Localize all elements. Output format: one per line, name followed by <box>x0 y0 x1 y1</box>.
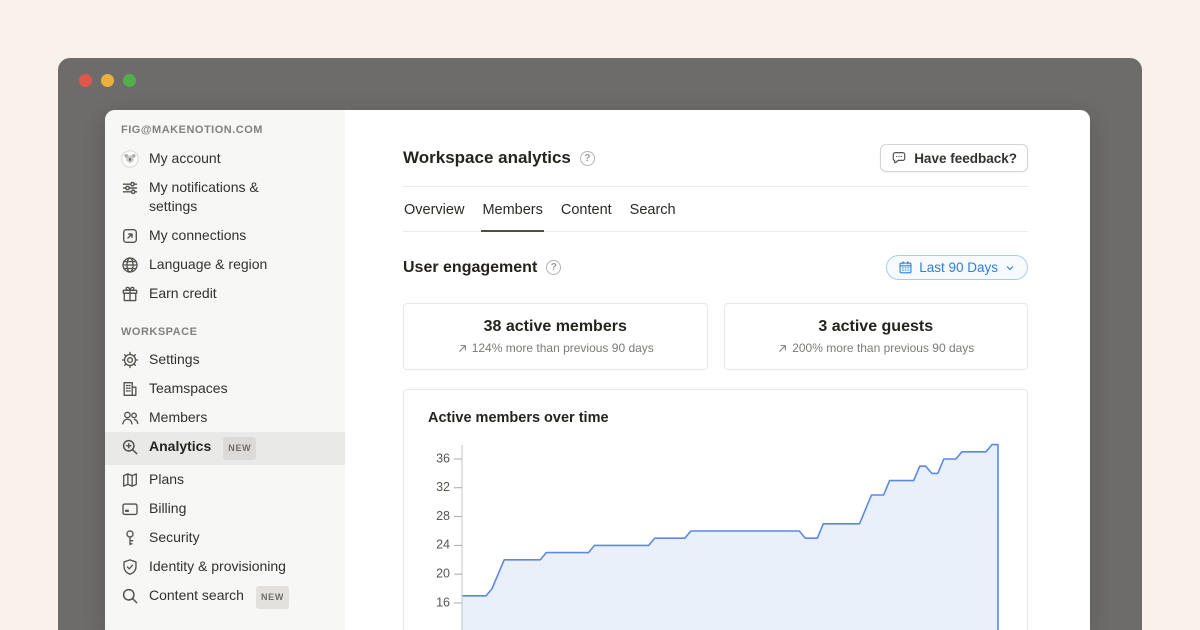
stat-delta-text: 200% more than previous 90 days <box>792 341 974 355</box>
sidebar-item-label: Identity & provisioning <box>149 557 286 576</box>
workspace-section-label: WORKSPACE <box>105 308 345 345</box>
map-icon <box>121 471 139 489</box>
tab-content[interactable]: Content <box>560 187 613 231</box>
zoom-window-button[interactable] <box>123 74 136 87</box>
chevron-down-icon <box>1004 262 1016 274</box>
sidebar-item-label: Earn credit <box>149 284 217 303</box>
sidebar-item-label: My connections <box>149 226 246 245</box>
sidebar-item-label: Billing <box>149 499 186 518</box>
sidebar-item-content-search[interactable]: Content search NEW <box>105 581 345 614</box>
sidebar-item-label: Security <box>149 528 200 547</box>
new-badge: NEW <box>256 586 289 609</box>
account-section: My account My notifications & settings My … <box>105 144 345 308</box>
sliders-icon <box>121 179 139 197</box>
sidebar-item-label: Members <box>149 408 207 427</box>
arrow-up-right-icon <box>777 343 788 354</box>
sidebar-item-identity-provisioning[interactable]: Identity & provisioning <box>105 552 345 581</box>
sidebar-item-billing[interactable]: Billing <box>105 494 345 523</box>
shield-check-icon <box>121 558 139 576</box>
stat-cards: 38 active members 124% more than previous… <box>403 303 1028 370</box>
people-icon <box>121 409 139 427</box>
credit-card-icon <box>121 500 139 518</box>
chart-title: Active members over time <box>428 410 609 426</box>
feedback-button-label: Have feedback? <box>914 151 1017 166</box>
speech-bubble-icon <box>891 150 907 166</box>
svg-text:32: 32 <box>436 480 450 494</box>
close-window-button[interactable] <box>79 74 92 87</box>
account-email: FIG@MAKENOTION.COM <box>105 124 345 136</box>
analytics-tabs: Overview Members Content Search <box>403 187 1028 232</box>
chart-card: Active members over time 36 32 28 24 20 16 <box>403 389 1028 630</box>
window-controls <box>79 74 136 87</box>
date-range-label: Last 90 Days <box>919 260 998 275</box>
magnifier-icon <box>121 587 139 605</box>
sidebar-item-my-account[interactable]: My account <box>105 144 345 173</box>
page-header: Workspace analytics ? Have feedback? <box>403 144 1028 172</box>
stat-delta-text: 124% more than previous 90 days <box>472 341 654 355</box>
user-engagement-title: User engagement <box>403 259 537 277</box>
sidebar-item-teamspaces[interactable]: Teamspaces <box>105 374 345 403</box>
active-members-chart: 36 32 28 24 20 16 <box>404 390 1027 630</box>
sidebar-item-security[interactable]: Security <box>105 523 345 552</box>
gift-icon <box>121 285 139 303</box>
stat-value: 3 active guests <box>818 318 933 336</box>
stat-card-38-active-members: 38 active members 124% more than previous… <box>403 303 708 370</box>
settings-modal: FIG@MAKENOTION.COM My account My notifica… <box>105 110 1090 630</box>
sidebar-item-earn-credit[interactable]: Earn credit <box>105 279 345 308</box>
user-engagement-header: User engagement ? Last 90 Days <box>403 255 1028 280</box>
sidebar-item-label: Analytics <box>149 437 211 456</box>
minimize-window-button[interactable] <box>101 74 114 87</box>
sidebar-item-analytics[interactable]: Analytics NEW <box>105 432 345 465</box>
screenshot-canvas: FIG@MAKENOTION.COM My account My notifica… <box>0 0 1200 630</box>
svg-text:24: 24 <box>436 538 450 552</box>
sidebar-item-label: My notifications & settings <box>149 178 299 216</box>
workspace-section: Settings Teamspaces Members Analytics NEW Pla… <box>105 345 345 614</box>
sidebar-item-my-notifications-settings[interactable]: My notifications & settings <box>105 173 345 221</box>
sidebar-item-label: My account <box>149 149 221 168</box>
sidebar-item-label: Language & region <box>149 255 267 274</box>
stat-card-3-active-guests: 3 active guests 200% more than previous 9… <box>724 303 1029 370</box>
gear-icon <box>121 351 139 369</box>
new-badge: NEW <box>223 437 256 460</box>
sidebar-item-label: Teamspaces <box>149 379 228 398</box>
svg-text:20: 20 <box>436 566 450 580</box>
svg-text:36: 36 <box>436 451 450 465</box>
have-feedback-button[interactable]: Have feedback? <box>880 144 1028 172</box>
sidebar-item-members[interactable]: Members <box>105 403 345 432</box>
question-circle-icon[interactable]: ? <box>546 260 561 275</box>
arrow-up-right-box-icon <box>121 227 139 245</box>
arrow-up-right-icon <box>457 343 468 354</box>
sidebar-item-plans[interactable]: Plans <box>105 465 345 494</box>
app-window: FIG@MAKENOTION.COM My account My notifica… <box>58 58 1142 630</box>
sidebar-item-settings[interactable]: Settings <box>105 345 345 374</box>
svg-text:16: 16 <box>436 595 450 609</box>
sidebar-item-my-connections[interactable]: My connections <box>105 221 345 250</box>
sidebar-item-label: Plans <box>149 470 184 489</box>
date-range-filter[interactable]: Last 90 Days <box>886 255 1028 280</box>
page-title: Workspace analytics <box>403 148 571 168</box>
avatar-icon <box>121 150 139 168</box>
sidebar-item-label: Settings <box>149 350 200 369</box>
tab-overview[interactable]: Overview <box>403 187 465 231</box>
stat-delta: 124% more than previous 90 days <box>457 341 654 355</box>
settings-content: Workspace analytics ? Have feedback? Ove… <box>345 110 1090 630</box>
tab-members[interactable]: Members <box>481 187 543 232</box>
question-circle-icon[interactable]: ? <box>580 151 595 166</box>
globe-icon <box>121 256 139 274</box>
stat-value: 38 active members <box>484 318 627 336</box>
calendar-icon <box>898 260 913 275</box>
key-icon <box>121 529 139 547</box>
building-icon <box>121 380 139 398</box>
magnifier-plus-icon <box>121 438 139 456</box>
sidebar-item-language-region[interactable]: Language & region <box>105 250 345 279</box>
svg-text:28: 28 <box>436 509 450 523</box>
stat-delta: 200% more than previous 90 days <box>777 341 974 355</box>
settings-sidebar: FIG@MAKENOTION.COM My account My notifica… <box>105 110 345 630</box>
sidebar-item-label: Content search <box>149 586 244 605</box>
tab-search[interactable]: Search <box>629 187 677 231</box>
